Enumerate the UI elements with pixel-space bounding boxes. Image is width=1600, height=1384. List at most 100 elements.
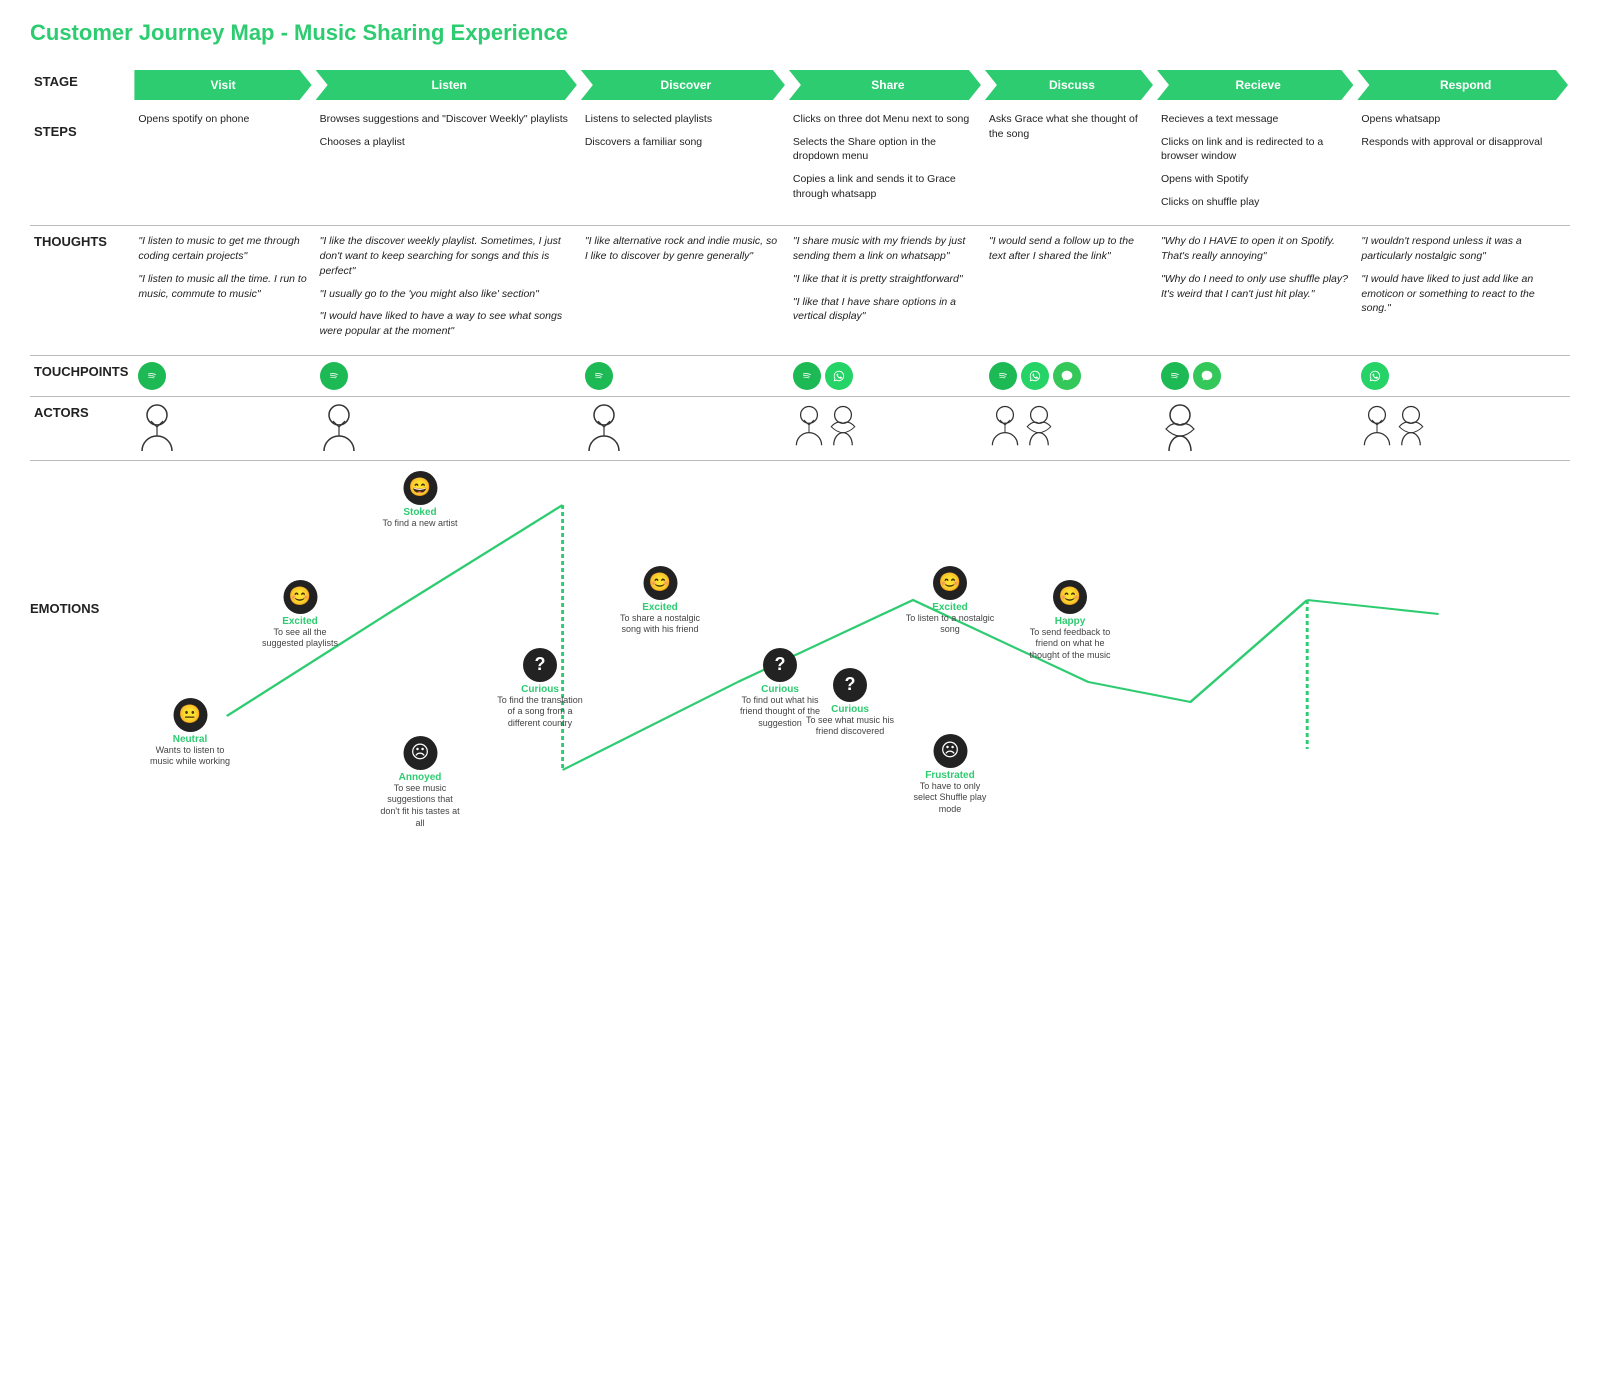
emotion-name-curious1: Curious xyxy=(521,684,559,695)
person-icon xyxy=(793,403,825,447)
person-icon xyxy=(585,403,623,451)
emotion-desc-happy: To send feedback to friend on what he th… xyxy=(1025,627,1115,662)
thoughts-recieve: "Why do I HAVE to open it on Spotify. Th… xyxy=(1155,226,1355,355)
spotify-icon xyxy=(793,362,821,390)
emotion-curious1: ? Curious To find the translation of a s… xyxy=(495,648,585,730)
emotion-face-stoked: 😄 xyxy=(403,471,437,505)
touchpoints-label: TOUCHPOINTS xyxy=(30,356,132,397)
actors-label: ACTORS xyxy=(30,397,132,461)
touchpoints-discuss xyxy=(983,356,1155,397)
stage-share: Share xyxy=(787,66,983,104)
spotify-icon xyxy=(320,362,348,390)
actors-share xyxy=(787,397,983,461)
emotion-face-excited3: 😊 xyxy=(933,566,967,600)
whatsapp-icon xyxy=(1361,362,1389,390)
emotion-name-annoyed: Annoyed xyxy=(399,772,442,783)
emotions-section: EMOTIONS 😐 Neutral Wants to listen to mu… xyxy=(30,471,1570,811)
thoughts-share: "I share music with my friends by just s… xyxy=(787,226,983,355)
emotion-desc-frustrated: To have to only select Shuffle play mode xyxy=(908,781,993,816)
stage-discover: Discover xyxy=(579,66,787,104)
thoughts-discover: "I like alternative rock and indie music… xyxy=(579,226,787,355)
thoughts-row: THOUGHTS "I listen to music to get me th… xyxy=(30,226,1570,355)
emotion-desc-excited2: To share a nostalgic song with his frien… xyxy=(618,613,703,636)
stage-respond: Respond xyxy=(1355,66,1570,104)
steps-row: STEPS Opens spotify on phone Browses sug… xyxy=(30,104,1570,226)
actors-respond xyxy=(1355,397,1570,461)
person-icon xyxy=(989,403,1021,447)
stage-label: STAGE xyxy=(30,66,132,104)
emotion-neutral: 😐 Neutral Wants to listen to music while… xyxy=(148,698,233,768)
spotify-icon xyxy=(1161,362,1189,390)
person-icon xyxy=(1361,403,1393,447)
emotion-face-curious2: ? xyxy=(763,648,797,682)
emotion-excited3: 😊 Excited To listen to a nostalgic song xyxy=(905,566,995,636)
emotions-chart: 😐 Neutral Wants to listen to music while… xyxy=(110,471,1570,811)
actors-listen xyxy=(314,397,579,461)
emotion-face-curious3: ? xyxy=(833,668,867,702)
person-female-icon xyxy=(827,403,859,447)
stage-recieve: Recieve xyxy=(1155,66,1355,104)
person-female-icon xyxy=(1161,403,1199,451)
person-icon xyxy=(320,403,358,451)
thoughts-listen: "I like the discover weekly playlist. So… xyxy=(314,226,579,355)
emotion-desc-curious3: To see what music his friend discovered xyxy=(805,715,895,738)
emotion-excited1: 😊 Excited To see all the suggested playl… xyxy=(258,580,343,650)
stage-visit: Visit xyxy=(132,66,313,104)
thoughts-visit: "I listen to music to get me through cod… xyxy=(132,226,313,355)
whatsapp-icon xyxy=(1021,362,1049,390)
steps-visit: Opens spotify on phone xyxy=(132,104,313,226)
touchpoints-discover xyxy=(579,356,787,397)
emotion-face-frustrated: ☹ xyxy=(933,734,967,768)
emotion-name-frustrated: Frustrated xyxy=(925,770,974,781)
emotion-stoked: 😄 Stoked To find a new artist xyxy=(382,471,457,530)
stage-listen: Listen xyxy=(314,66,579,104)
whatsapp-icon xyxy=(825,362,853,390)
emotion-name-excited1: Excited xyxy=(282,616,318,627)
touchpoints-listen xyxy=(314,356,579,397)
touchpoints-row: TOUCHPOINTS xyxy=(30,356,1570,397)
emotion-curious3: ? Curious To see what music his friend d… xyxy=(805,668,895,738)
steps-discover: Listens to selected playlists Discovers … xyxy=(579,104,787,226)
steps-label: STEPS xyxy=(30,104,132,226)
emotion-happy: 😊 Happy To send feedback to friend on wh… xyxy=(1025,580,1115,662)
stage-row: STAGE Visit Listen Discover Share Discus… xyxy=(30,66,1570,104)
spotify-icon xyxy=(989,362,1017,390)
touchpoints-recieve xyxy=(1155,356,1355,397)
actors-row: ACTORS xyxy=(30,397,1570,461)
emotion-name-neutral: Neutral xyxy=(173,734,207,745)
steps-share: Clicks on three dot Menu next to song Se… xyxy=(787,104,983,226)
messages-icon xyxy=(1193,362,1221,390)
person-female-icon xyxy=(1023,403,1055,447)
actors-discuss xyxy=(983,397,1155,461)
spotify-icon xyxy=(138,362,166,390)
emotion-desc-excited3: To listen to a nostalgic song xyxy=(905,613,995,636)
steps-respond: Opens whatsapp Responds with approval or… xyxy=(1355,104,1570,226)
spotify-icon xyxy=(585,362,613,390)
steps-discuss: Asks Grace what she thought of the song xyxy=(983,104,1155,226)
emotion-name-excited2: Excited xyxy=(642,602,678,613)
emotion-name-curious3: Curious xyxy=(831,704,869,715)
emotion-name-stoked: Stoked xyxy=(403,507,436,518)
emotion-face-annoyed: ☹ xyxy=(403,736,437,770)
actors-visit xyxy=(132,397,313,461)
person-female-icon xyxy=(1395,403,1427,447)
emotion-desc-curious1: To find the translation of a song from a… xyxy=(495,695,585,730)
thoughts-discuss: "I would send a follow up to the text af… xyxy=(983,226,1155,355)
touchpoints-respond xyxy=(1355,356,1570,397)
person-icon xyxy=(138,403,176,451)
emotion-name-happy: Happy xyxy=(1055,616,1086,627)
emotion-face-excited2: 😊 xyxy=(643,566,677,600)
touchpoints-share xyxy=(787,356,983,397)
emotion-desc-excited1: To see all the suggested playlists xyxy=(258,627,343,650)
emotion-excited2: 😊 Excited To share a nostalgic song with… xyxy=(618,566,703,636)
touchpoints-visit xyxy=(132,356,313,397)
emotion-frustrated: ☹ Frustrated To have to only select Shuf… xyxy=(908,734,993,816)
emotion-face-excited1: 😊 xyxy=(283,580,317,614)
emotion-face-neutral: 😐 xyxy=(173,698,207,732)
emotion-desc-stoked: To find a new artist xyxy=(382,518,457,530)
emotion-desc-neutral: Wants to listen to music while working xyxy=(148,745,233,768)
emotions-label: EMOTIONS xyxy=(30,471,110,811)
stage-discuss: Discuss xyxy=(983,66,1155,104)
divider-emotions xyxy=(30,460,1570,461)
emotion-name-curious2: Curious xyxy=(761,684,799,695)
